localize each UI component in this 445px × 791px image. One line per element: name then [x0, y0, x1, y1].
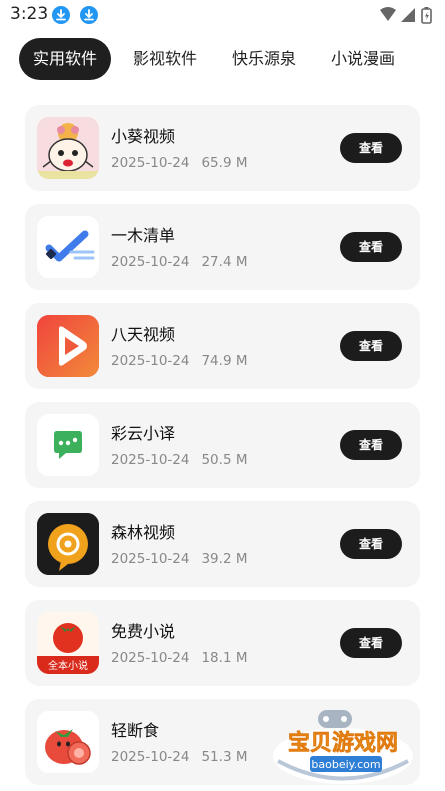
app-name: 一木清单: [111, 226, 176, 245]
app-size: 27.4 M: [201, 254, 248, 270]
app-name: 小葵视频: [111, 127, 176, 146]
app-list-item[interactable]: 八天视频 2025-10-24 74.9 M 查看: [25, 303, 420, 389]
watermark-url: baobeiy.com: [311, 758, 380, 771]
app-size: 65.9 M: [201, 155, 248, 171]
tomato-book-label: 全本小说: [48, 659, 88, 672]
app-name: 免费小说: [111, 622, 176, 641]
app-meta: 2025-10-24 74.9 M: [111, 353, 247, 369]
app-list-item[interactable]: 一木清单 2025-10-24 27.4 M 查看: [25, 204, 420, 290]
tomato-icon: [37, 711, 99, 773]
app-size: 18.1 M: [201, 650, 248, 666]
view-button[interactable]: 查看: [340, 430, 402, 460]
app-size: 51.3 M: [201, 749, 248, 765]
app-meta: 2025-10-24 50.5 M: [111, 452, 247, 468]
app-size: 39.2 M: [201, 551, 248, 567]
chat-bubble-icon: [37, 414, 99, 476]
view-button[interactable]: 查看: [340, 331, 402, 361]
app-list-item[interactable]: 全本小说 免费小说 2025-10-24 18.1 M 查看: [25, 600, 420, 686]
app-list-item[interactable]: 小葵视频 2025-10-24 65.9 M 查看: [25, 105, 420, 191]
lens-icon: [37, 513, 99, 575]
tab-novels-comics[interactable]: 小说漫画: [331, 38, 395, 80]
category-tabs: 实用软件 影视软件 快乐源泉 小说漫画: [0, 38, 445, 80]
app-date: 2025-10-24: [111, 254, 190, 270]
cartoon-girl-icon: [37, 117, 99, 179]
app-size: 74.9 M: [201, 353, 248, 369]
app-date: 2025-10-24: [111, 353, 190, 369]
download-notification-icon: [80, 6, 98, 24]
app-meta: 2025-10-24 27.4 M: [111, 254, 247, 270]
view-button[interactable]: 查看: [340, 529, 402, 559]
app-meta: 2025-10-24 39.2 M: [111, 551, 247, 567]
app-meta: 2025-10-24 51.3 M: [111, 749, 247, 765]
tab-utility-software[interactable]: 实用软件: [19, 38, 112, 80]
app-list-item[interactable]: 森林视频 2025-10-24 39.2 M 查看: [25, 501, 420, 587]
app-name: 八天视频: [111, 325, 176, 344]
tab-video-software[interactable]: 影视软件: [133, 38, 197, 80]
app-meta: 2025-10-24 18.1 M: [111, 650, 247, 666]
tomato-book-icon: 全本小说: [37, 612, 99, 674]
status-time: 3:23: [10, 4, 49, 24]
app-date: 2025-10-24: [111, 452, 190, 468]
app-meta: 2025-10-24 65.9 M: [111, 155, 247, 171]
watermark-logo: 宝贝游戏网 baobeiy.com: [268, 706, 418, 786]
watermark-title: 宝贝游戏网: [288, 730, 398, 756]
checkmark-icon: [37, 216, 99, 278]
app-name: 轻断食: [111, 721, 160, 740]
view-button[interactable]: 查看: [340, 133, 402, 163]
app-date: 2025-10-24: [111, 650, 190, 666]
app-name: 森林视频: [111, 523, 176, 542]
app-name: 彩云小译: [111, 424, 176, 443]
play-icon: [37, 315, 99, 377]
app-size: 50.5 M: [201, 452, 248, 468]
signal-icon: [401, 8, 415, 22]
app-date: 2025-10-24: [111, 551, 190, 567]
tab-fun[interactable]: 快乐源泉: [232, 38, 296, 80]
status-bar: 3:23: [0, 0, 445, 30]
app-date: 2025-10-24: [111, 155, 190, 171]
battery-icon: [421, 7, 432, 24]
download-notification-icon: [52, 6, 70, 24]
app-date: 2025-10-24: [111, 749, 190, 765]
view-button[interactable]: 查看: [340, 232, 402, 262]
view-button[interactable]: 查看: [340, 628, 402, 658]
wifi-icon: [380, 7, 396, 21]
app-list-item[interactable]: 彩云小译 2025-10-24 50.5 M 查看: [25, 402, 420, 488]
